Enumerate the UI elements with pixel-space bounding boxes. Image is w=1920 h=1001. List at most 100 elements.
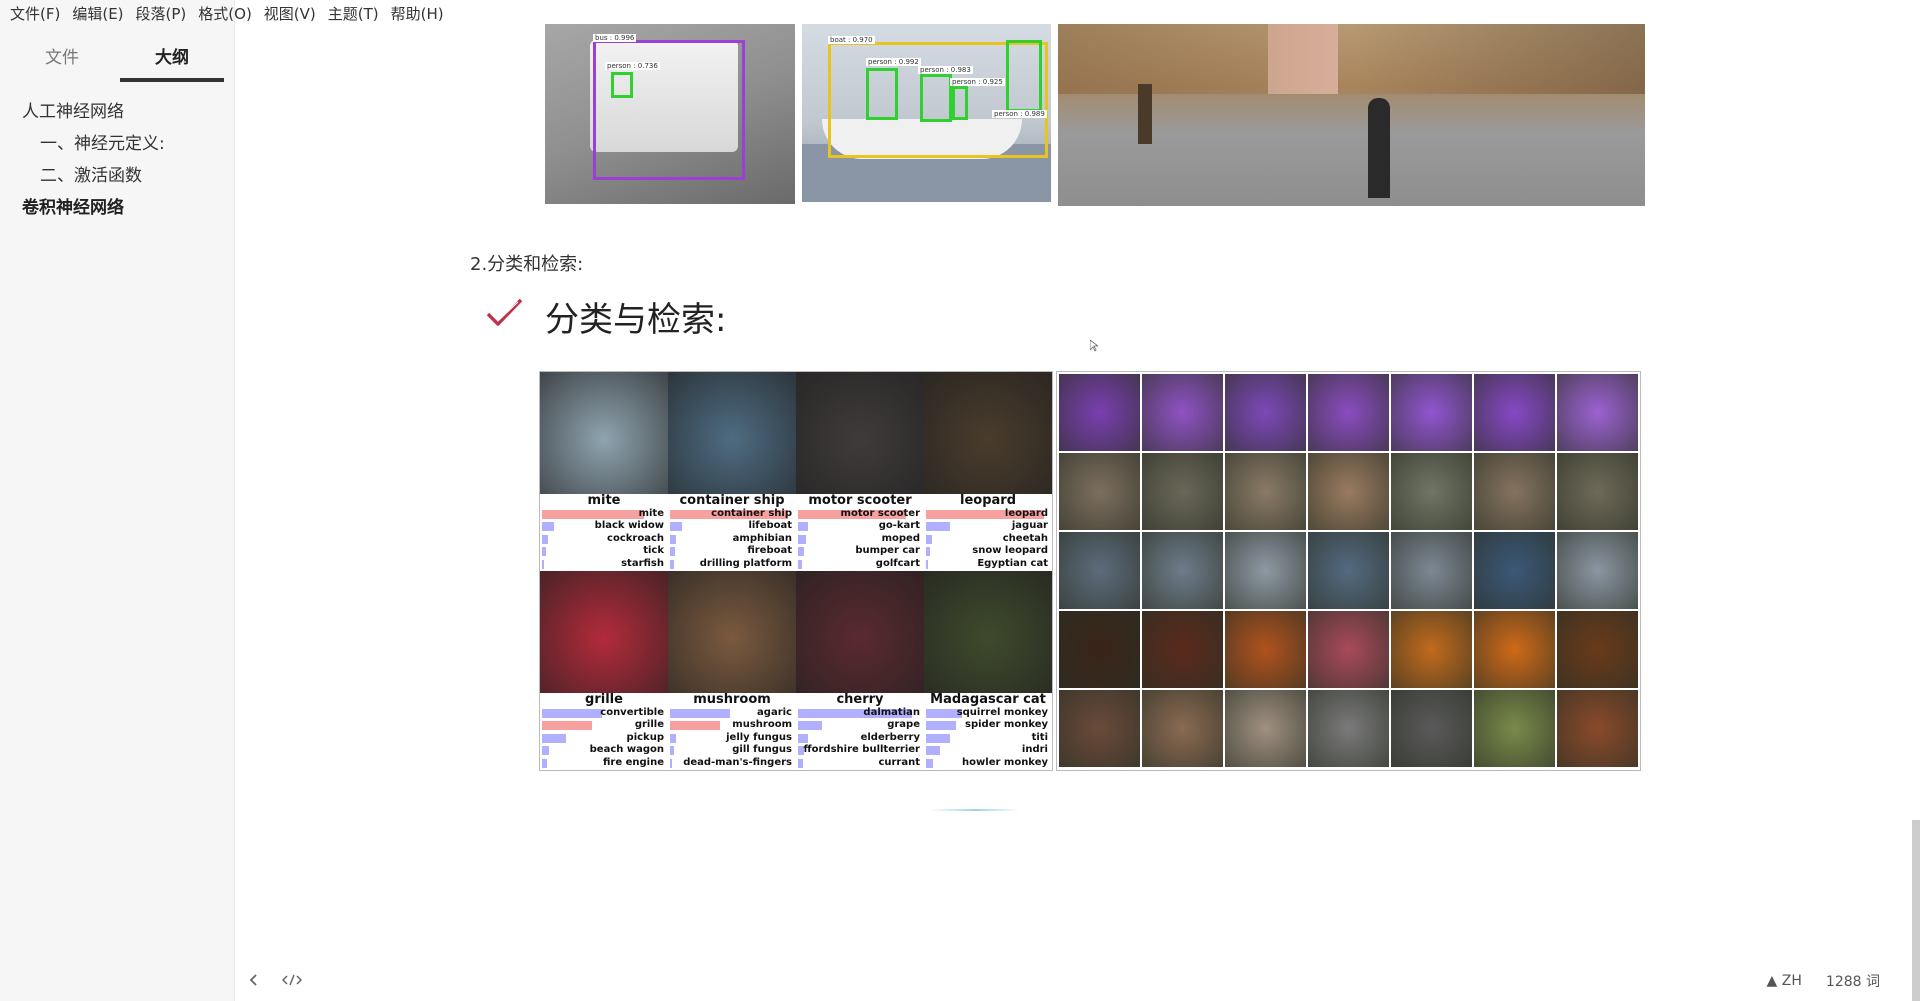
prediction-bar <box>542 746 549 756</box>
prediction-bar <box>670 709 730 718</box>
prediction-bar <box>542 721 592 731</box>
retrieval-image <box>1225 532 1306 609</box>
menu-format[interactable]: 格式(O) <box>192 0 258 28</box>
editor-content[interactable]: bus : 0.996 person : 0.736 boat : 0.970 … <box>235 0 1920 1001</box>
prediction-row: snow leopard <box>924 545 1052 557</box>
classification-cell: motor scooter motor scooter go-kart moped bu… <box>796 372 924 570</box>
prediction-bar <box>542 522 554 532</box>
retrieval-image <box>1308 453 1389 530</box>
prediction-row: grape <box>796 719 924 731</box>
prediction-list: convertible grille pickup beach wagon fire e… <box>540 707 668 769</box>
prediction-bar <box>542 758 547 768</box>
status-bar: ▲ ZH 1288 词 <box>1767 971 1880 991</box>
prediction-row: Egyptian cat <box>924 558 1052 570</box>
prediction-bar <box>798 758 803 768</box>
prediction-label: jelly fungus <box>726 731 792 743</box>
prediction-label: motor scooter <box>840 508 920 519</box>
classification-image <box>796 571 924 693</box>
prediction-bar <box>926 758 933 768</box>
prediction-row: spider monkey <box>924 719 1052 731</box>
retrieval-image <box>1059 532 1140 609</box>
menu-edit[interactable]: 编辑(E) <box>66 0 129 28</box>
person-detection-label: person : 0.736 <box>605 62 660 70</box>
retrieval-image <box>1557 611 1638 688</box>
prediction-row: mite <box>540 508 668 520</box>
prediction-row: mushroom <box>668 719 796 731</box>
prediction-label: golfcart <box>875 557 920 569</box>
prediction-bar <box>798 721 822 731</box>
retrieval-image <box>1557 532 1638 609</box>
word-count[interactable]: 1288 词 <box>1826 971 1880 991</box>
classification-cell: Madagascar cat squirrel monkey spider monk… <box>924 571 1052 769</box>
prediction-bar <box>926 746 940 756</box>
prediction-row: squirrel monkey <box>924 707 1052 719</box>
prediction-list: motor scooter go-kart moped bumper car golfc… <box>796 508 924 570</box>
vertical-scrollbar[interactable] <box>1912 820 1920 1001</box>
sidebar-tabs: 文件 大纲 <box>0 42 234 82</box>
prediction-bar <box>542 709 602 718</box>
classification-cell: cherry dalmatian grape elderberry ffordshire… <box>796 571 924 769</box>
tab-outline[interactable]: 大纲 <box>120 42 224 82</box>
prediction-row: ffordshire bullterrier <box>796 744 924 756</box>
prediction-list: leopard jaguar cheetah snow leopard Egyptian… <box>924 508 1052 570</box>
classification-true-label: container ship <box>679 493 785 508</box>
prediction-row: fireboat <box>668 545 796 557</box>
prediction-label: bumper car <box>855 545 920 557</box>
tab-file[interactable]: 文件 <box>10 42 114 80</box>
bus-detection-image: bus : 0.996 person : 0.736 <box>545 24 795 204</box>
person-3-label: person : 0.925 <box>950 78 1005 86</box>
prediction-label: jaguar <box>1011 520 1048 532</box>
language-indicator[interactable]: ▲ ZH <box>1767 973 1802 989</box>
boat-detection-image: boat : 0.970 person : 0.992 person : 0.9… <box>802 24 1051 202</box>
prediction-label: amphibian <box>732 532 792 544</box>
retrieval-image <box>1391 532 1472 609</box>
menu-view[interactable]: 视图(V) <box>258 0 322 28</box>
prediction-bar <box>926 547 930 557</box>
classification-cell: grille convertible grille pickup beach wagon… <box>540 571 668 769</box>
prediction-bar <box>542 510 644 519</box>
prediction-label: currant <box>878 756 920 768</box>
outline-item-neural-network[interactable]: 人工神经网络 <box>0 96 234 128</box>
classification-figure: mite mite black widow cockroach tick starfish… <box>539 371 1053 771</box>
prediction-label: fireboat <box>747 545 792 557</box>
retrieval-image <box>1225 453 1306 530</box>
prediction-row: fire engine <box>540 757 668 769</box>
classification-true-label: grille <box>585 692 623 707</box>
prediction-row: dalmatian <box>796 707 924 719</box>
sidebar: 文件 大纲 人工神经网络 一、神经元定义: 二、激活函数 卷积神经网络 <box>0 0 235 1001</box>
classification-image <box>668 571 796 693</box>
classification-true-label: motor scooter <box>808 493 912 508</box>
prediction-bar <box>542 559 544 569</box>
classification-image <box>668 372 796 494</box>
prediction-row: grille <box>540 719 668 731</box>
retrieval-image <box>1474 532 1555 609</box>
classification-cell: leopard leopard jaguar cheetah snow leopard E… <box>924 372 1052 570</box>
prediction-bar <box>798 522 808 532</box>
prediction-bar <box>670 721 720 731</box>
retrieval-image <box>1059 690 1140 767</box>
prediction-row: leopard <box>924 508 1052 520</box>
menu-paragraph[interactable]: 段落(P) <box>130 0 193 28</box>
menu-help[interactable]: 帮助(H) <box>385 0 450 28</box>
prediction-row: tick <box>540 545 668 557</box>
prediction-bar <box>670 522 682 532</box>
retrieval-image <box>1474 611 1555 688</box>
prediction-label: cockroach <box>607 532 664 544</box>
outline-item-cnn[interactable]: 卷积神经网络 <box>0 192 234 224</box>
classification-image <box>540 372 668 494</box>
person-1-label: person : 0.992 <box>866 58 921 66</box>
outline-item-neuron-definition[interactable]: 一、神经元定义: <box>0 128 234 160</box>
classification-image <box>796 372 924 494</box>
retrieval-image <box>1142 453 1223 530</box>
classification-cell: mite mite black widow cockroach tick starfish <box>540 372 668 570</box>
prediction-row: black widow <box>540 520 668 532</box>
menu-file[interactable]: 文件(F) <box>4 0 66 28</box>
menu-theme[interactable]: 主题(T) <box>322 0 385 28</box>
prediction-label: convertible <box>600 707 664 718</box>
classification-true-label: Madagascar cat <box>930 692 1046 707</box>
prediction-label: elderberry <box>860 731 920 743</box>
prediction-label: drilling platform <box>699 557 792 569</box>
boat-detection-label: boat : 0.970 <box>828 36 875 44</box>
prediction-bar <box>798 559 802 569</box>
outline-item-activation-function[interactable]: 二、激活函数 <box>0 160 234 192</box>
